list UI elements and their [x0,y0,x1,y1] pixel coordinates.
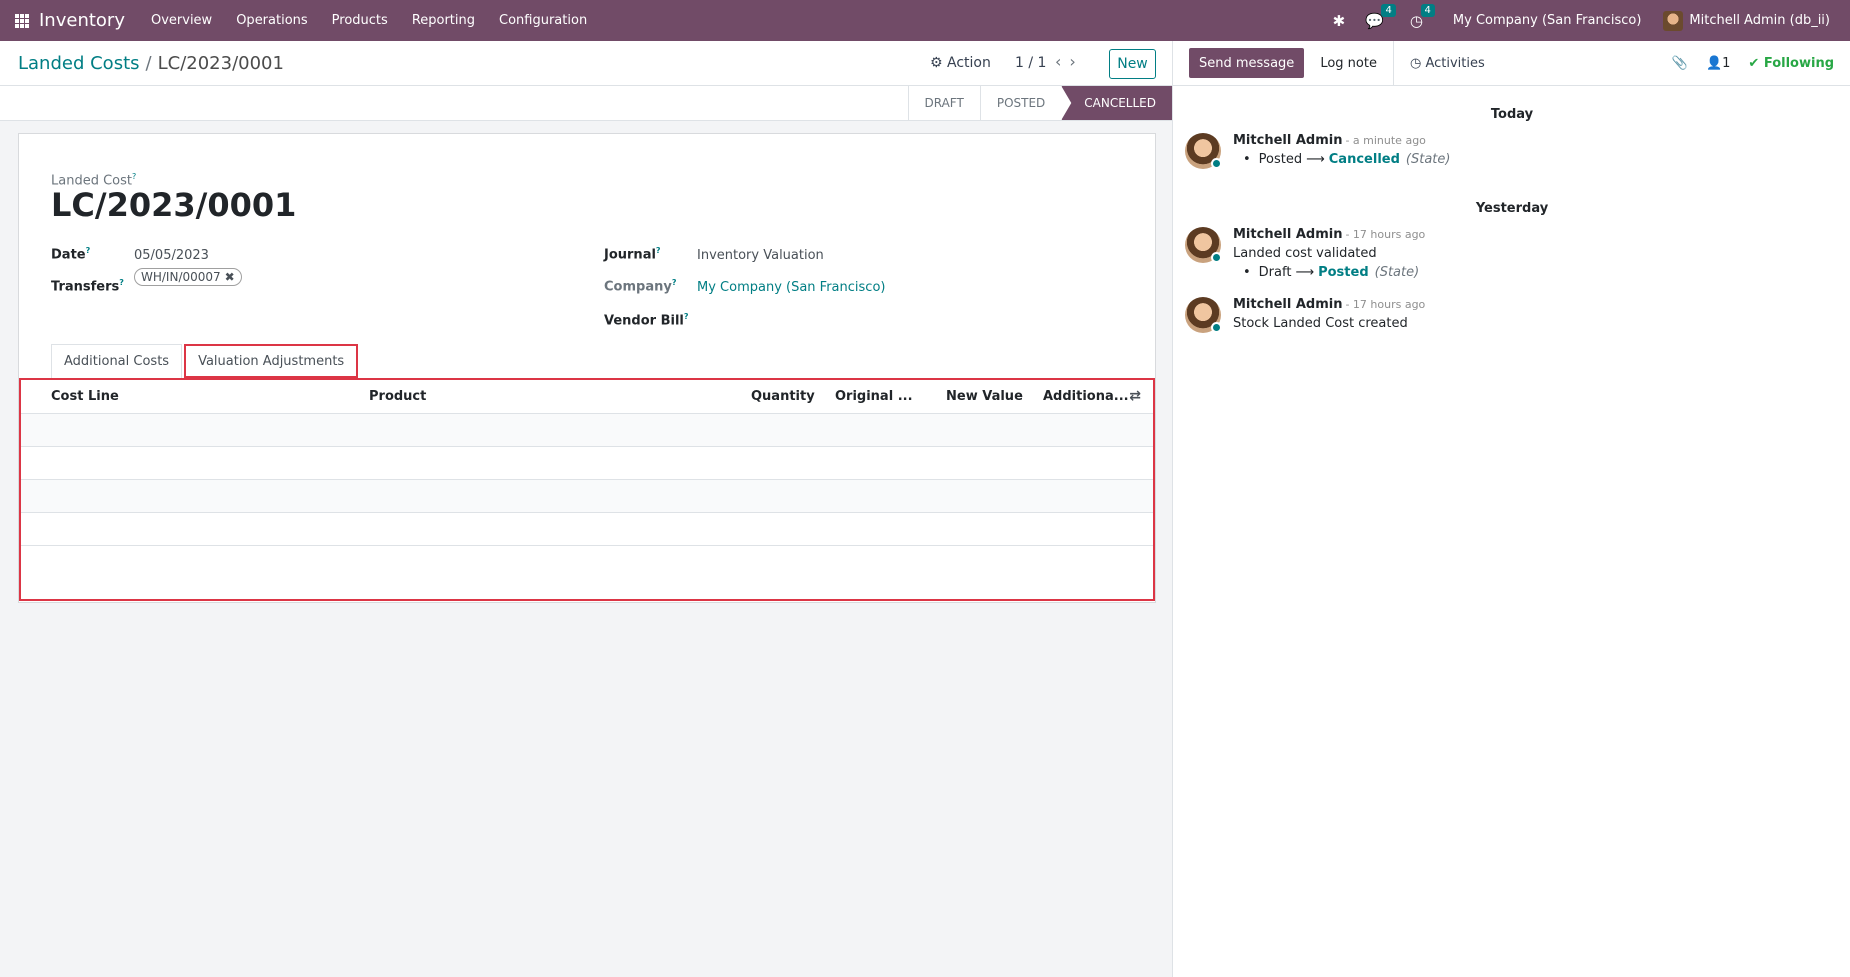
company-switcher[interactable]: My Company (San Francisco) [1453,13,1641,28]
message-author[interactable]: Mitchell Admin [1233,227,1342,242]
pager-value[interactable]: 1 / 1 [1015,55,1046,71]
arrow-right-icon: ⟶ [1306,152,1325,167]
stage-cancelled[interactable]: CANCELLED [1061,86,1172,120]
breadcrumb-landed-costs[interactable]: Landed Costs [18,53,140,74]
record-title: LC/2023/0001 [51,186,297,224]
activities-clock-icon[interactable]: ◷ 4 [1410,3,1435,30]
chevron-right-icon[interactable]: › [1069,52,1083,71]
col-cost-line[interactable]: Cost Line [51,389,119,404]
send-message-button[interactable]: Send message [1189,48,1305,78]
paperclip-icon[interactable]: 📎 [1672,56,1688,71]
tracking-value: • Posted ⟶ Cancelled (State) [1243,152,1451,167]
column-settings-icon[interactable]: ⇄ [1129,388,1141,404]
followers-button[interactable]: 👤1 [1706,56,1730,71]
check-icon: ✔ [1748,56,1760,71]
clock-icon: ◷ [1409,55,1422,71]
tab-additional-costs[interactable]: Additional Costs [51,344,183,378]
journal-value[interactable]: Inventory Valuation [697,248,824,263]
tracking-value: • Draft ⟶ Posted (State) [1243,265,1420,280]
notebook-tabs: Additional Costs Valuation Adjustments [51,344,360,378]
chatter-topbar: Send message Log note ◷ Activities 📎 👤1 … [1173,40,1850,86]
stage-posted[interactable]: POSTED [979,86,1061,120]
date-value[interactable]: 05/05/2023 [134,248,209,263]
chevron-left-icon[interactable]: ‹ [1055,52,1069,71]
arrow-right-icon: ⟶ [1295,265,1315,280]
company-label: Company? [604,278,677,295]
gear-icon: ⚙ [930,55,943,71]
journal-label: Journal? [604,246,661,263]
message-time: - 17 hours ago [1345,228,1426,241]
valuation-adjustments-table: Cost Line Product Quantity Original ... … [19,378,1155,601]
form-sheet: Landed Cost? LC/2023/0001 Date? 05/05/20… [18,133,1156,603]
table-row [21,513,1153,546]
menu-operations[interactable]: Operations [224,13,319,28]
breadcrumb-separator: / [145,53,152,74]
table-row [21,414,1153,447]
messages-badge: 4 [1381,3,1396,17]
col-additional-cost[interactable]: Additiona... [1043,389,1129,404]
apps-menu-icon[interactable] [15,13,29,28]
date-label: Date? [51,246,91,263]
menu-configuration[interactable]: Configuration [487,13,599,28]
messages-icon[interactable]: 💬 4 [1365,3,1396,30]
user-menu[interactable]: Mitchell Admin (db_ii) [1663,10,1830,31]
activities-badge: 4 [1420,3,1435,17]
online-status-icon [1211,158,1222,169]
col-quantity[interactable]: Quantity [751,389,815,404]
pager-arrows: ‹› [1055,52,1084,71]
app-brand[interactable]: Inventory [39,10,125,31]
menu-products[interactable]: Products [320,13,400,28]
table-row [21,447,1153,480]
transfer-tag[interactable]: WH/IN/00007 ✖ [134,268,242,286]
online-status-icon [1211,252,1222,263]
day-separator-today: Today [1490,107,1534,122]
online-status-icon [1211,322,1222,333]
col-original-value[interactable]: Original ... [835,389,913,404]
message-text: Landed cost validated [1233,246,1377,261]
tab-valuation-adjustments[interactable]: Valuation Adjustments [184,344,359,378]
vendor-bill-label: Vendor Bill? [604,312,689,329]
breadcrumb: Landed Costs / LC/2023/0001 [18,53,284,74]
col-new-value[interactable]: New Value [946,389,1023,404]
message-author[interactable]: Mitchell Admin [1233,297,1342,312]
user-avatar [1663,10,1684,31]
table-row [21,480,1153,513]
chatter-panel: Send message Log note ◷ Activities 📎 👤1 … [1172,40,1850,977]
remove-tag-icon[interactable]: ✖ [225,270,235,284]
table-header: Cost Line Product Quantity Original ... … [21,380,1153,414]
day-separator-yesterday: Yesterday [1475,201,1549,216]
menu-overview[interactable]: Overview [139,13,224,28]
user-name: Mitchell Admin (db_ii) [1689,13,1830,28]
new-button[interactable]: New [1109,49,1156,79]
top-navbar: Inventory Overview Operations Products R… [0,0,1850,41]
action-button[interactable]: ⚙ Action [930,55,991,71]
message-author[interactable]: Mitchell Admin [1233,133,1342,148]
log-note-button[interactable]: Log note [1304,40,1394,86]
message-time: - 17 hours ago [1345,298,1426,311]
status-bar: DRAFT POSTED CANCELLED [0,86,1172,121]
message-text: Stock Landed Cost created [1233,316,1408,331]
message-time: - a minute ago [1345,134,1426,147]
menu-reporting[interactable]: Reporting [400,13,487,28]
control-panel: Landed Costs / LC/2023/0001 ⚙ Action 1 / 1… [0,41,1172,86]
breadcrumb-current: LC/2023/0001 [157,53,284,74]
bug-icon[interactable]: ✱ [1333,12,1346,30]
col-product[interactable]: Product [369,389,426,404]
stage-draft[interactable]: DRAFT [907,86,980,120]
following-button[interactable]: ✔ Following [1748,56,1834,71]
company-value[interactable]: My Company (San Francisco) [697,280,885,295]
form-area: Landed Cost? LC/2023/0001 Date? 05/05/20… [0,121,1172,977]
transfers-label: Transfers? [51,278,124,295]
activities-button[interactable]: ◷ Activities [1394,41,1501,86]
user-icon: 👤 [1705,56,1723,71]
